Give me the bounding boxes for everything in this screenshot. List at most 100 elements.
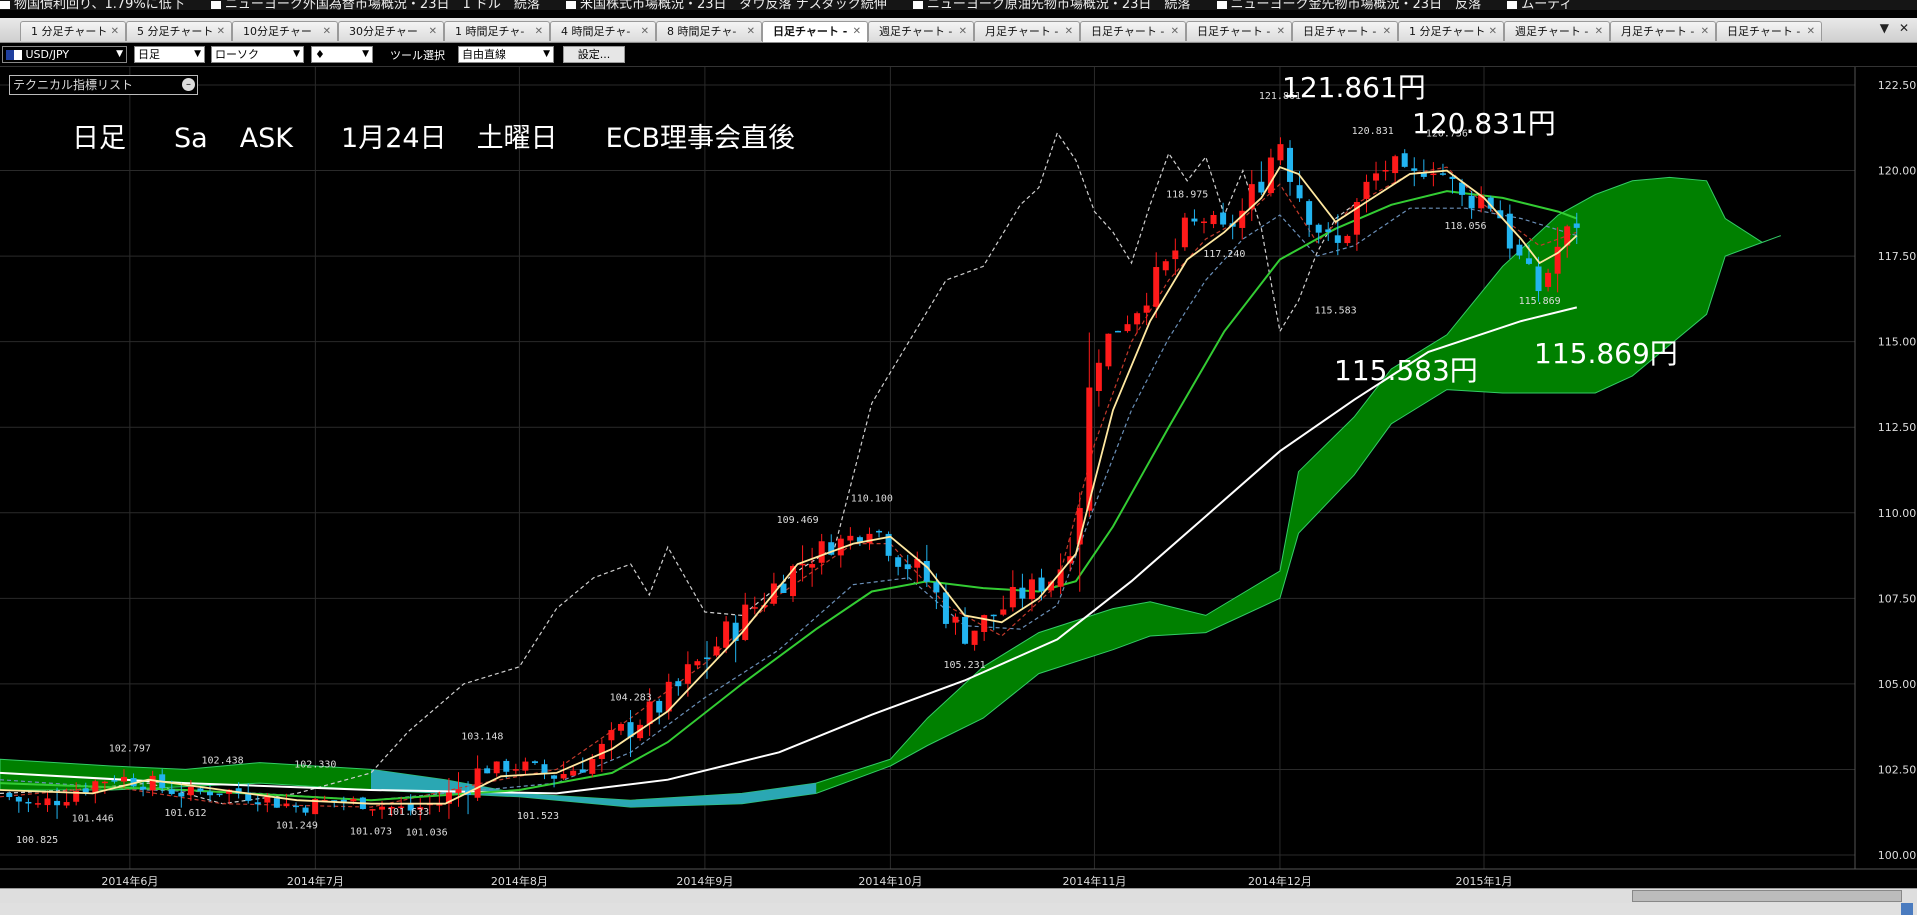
candle-body [187,786,194,796]
chart-tab[interactable]: 日足チャート - ✕ [1080,21,1186,41]
close-tab-icon[interactable]: ✕ [1701,22,1709,41]
close-tab-icon[interactable]: ✕ [1807,22,1815,41]
candle-body [579,769,586,773]
annotation-weekday: 土曜日 [476,123,558,154]
horizontal-scrollbar[interactable] [0,888,1917,903]
chart-tab[interactable]: 1 分足チャート ✕ [1398,21,1504,41]
symbol-select[interactable]: USD/JPY ▼ [2,46,127,63]
price-chart[interactable]: 122.50 120.00 117.50 115.00 112.50 110.00 107.… [0,67,1917,888]
resize-grip-icon[interactable] [1901,903,1913,915]
chart-tab[interactable]: 日足チャート - ✕ [1716,21,1822,41]
settings-button[interactable]: 設定... [563,46,625,63]
price-label: 102.797 [109,743,151,754]
chart-tab[interactable]: 週足チャート - ✕ [868,21,974,41]
chart-tab[interactable]: 月足チャート - ✕ [1610,21,1716,41]
ticker-item[interactable]: ニューヨーク金先物市場概況・23日 反落 [1217,0,1482,10]
indicator-list-panel[interactable]: テクニカル指標リスト – [9,75,198,95]
candle-body [1535,266,1542,292]
candle-body [1277,144,1284,161]
scrollbar-thumb[interactable] [1632,890,1902,902]
close-tab-icon[interactable]: ✕ [853,22,861,41]
candle-body [283,803,290,807]
close-tab-icon[interactable]: ✕ [959,22,967,41]
candle-body [541,764,548,774]
candle-body [1258,181,1265,193]
price-label: 101.073 [350,826,392,837]
tab-label: 日足チャート - [1091,25,1165,38]
chart-tab[interactable]: 8 時間足チャ- ✕ [656,21,762,41]
close-tab-icon[interactable]: ✕ [323,22,331,41]
tab-label: 日足チャート - [1727,25,1801,38]
chart-type-select[interactable]: ローソク ▼ [211,46,304,63]
ticker-item[interactable]: ニューヨーク外国為替市場概況・23日 1 ドル 続落 [211,0,540,10]
close-tab-icon[interactable]: ✕ [1383,22,1391,41]
candle-style-select[interactable]: ♦ ▼ [311,46,373,63]
drawing-tool-select[interactable]: 自由直線 ▼ [458,46,554,63]
chart-tab[interactable]: 週足チャート - ✕ [1504,21,1610,41]
chart-tab[interactable]: 10分足チャー ✕ [232,21,338,41]
ticker-item[interactable]: 物国債利回り、1.79%に低下 [0,0,185,10]
close-tab-icon[interactable]: ✕ [747,22,755,41]
timeframe-select[interactable]: 日足 ▼ [134,46,205,63]
candle-body [1439,173,1446,175]
candle-body [197,788,204,792]
drawing-tool-value: 自由直線 [462,48,506,61]
candle-body [617,723,624,731]
chart-tab[interactable]: 4 時間足チャ- ✕ [550,21,656,41]
close-tab-icon[interactable]: ✕ [429,22,437,41]
close-tab-icon[interactable]: ✕ [1489,22,1497,41]
tab-label: 日足チャート - [1197,25,1271,38]
candle-body [140,786,147,790]
close-tab-icon[interactable]: ✕ [111,22,119,41]
y-tick-label: 115.00 [1878,336,1917,349]
candle-body [742,604,749,640]
close-tab-icon[interactable]: ✕ [1595,22,1603,41]
close-tab-icon[interactable]: ✕ [1065,22,1073,41]
candle-body [1200,221,1207,224]
tab-label: 1 分足チャート [1409,25,1486,38]
candle-body [101,781,108,784]
candle-body [1430,173,1437,176]
status-bar [0,903,1917,915]
tab-controls: ▼ ✕ [1880,21,1909,35]
tab-label: 月足チャート - [985,25,1059,38]
close-tab-icon[interactable]: ✕ [1277,22,1285,41]
candle-body [54,800,61,806]
chart-tab[interactable]: 30分足チャー ✕ [338,21,444,41]
x-tick-label: 2014年8月 [491,874,548,888]
candle-body [111,780,118,782]
chart-tab[interactable]: 1 時間足チャ- ✕ [444,21,550,41]
close-tab-icon[interactable]: ✕ [641,22,649,41]
chart-tab[interactable]: 月足チャート - ✕ [974,21,1080,41]
chart-tab[interactable]: 日足チャート - ✕ [1186,21,1292,41]
ticker-item[interactable]: ニューヨーク原油先物市場概況・23日 続落 [913,0,1191,10]
collapse-icon[interactable]: – [182,78,195,91]
chart-tab[interactable]: 5 分足チャート ✕ [126,21,232,41]
candle-body [684,664,691,684]
ticker-item[interactable]: ムーディ [1507,0,1572,10]
chart-tab[interactable]: 1 分足チャート ✕ [20,21,126,41]
candle-body [1220,212,1227,225]
annotation-side: ASK [239,123,294,154]
chart-tab[interactable]: 日足チャート - ✕ [762,21,868,42]
price-label: 101.446 [72,814,114,825]
y-tick-label: 102.50 [1878,763,1917,776]
ticker-item[interactable]: 米国株式市場概況・23日 ダウ反落 ナスダック続伸 [566,0,887,10]
candle-body [646,701,653,725]
close-tab-icon[interactable]: ✕ [217,22,225,41]
price-label: 118.056 [1444,221,1486,232]
close-tab-icon[interactable]: ✕ [535,22,543,41]
chart-tab[interactable]: 日足チャート - ✕ [1292,21,1398,41]
candle-body [656,700,663,713]
tab-list-dropdown-icon[interactable]: ▼ [1880,21,1889,35]
candle-body [703,657,710,659]
news-ticker[interactable]: 物国債利回り、1.79%に低下 ニューヨーク外国為替市場概況・23日 1 ドル … [0,0,1917,10]
candle-body [809,564,816,568]
candle-body [1105,333,1112,367]
candle-body [503,760,510,772]
candle-body [952,616,959,623]
chart-area[interactable]: 122.50 120.00 117.50 115.00 112.50 110.00 107.… [0,67,1917,902]
candle-body [1172,250,1179,260]
close-tab-icon[interactable]: ✕ [1899,21,1909,35]
close-tab-icon[interactable]: ✕ [1171,22,1179,41]
